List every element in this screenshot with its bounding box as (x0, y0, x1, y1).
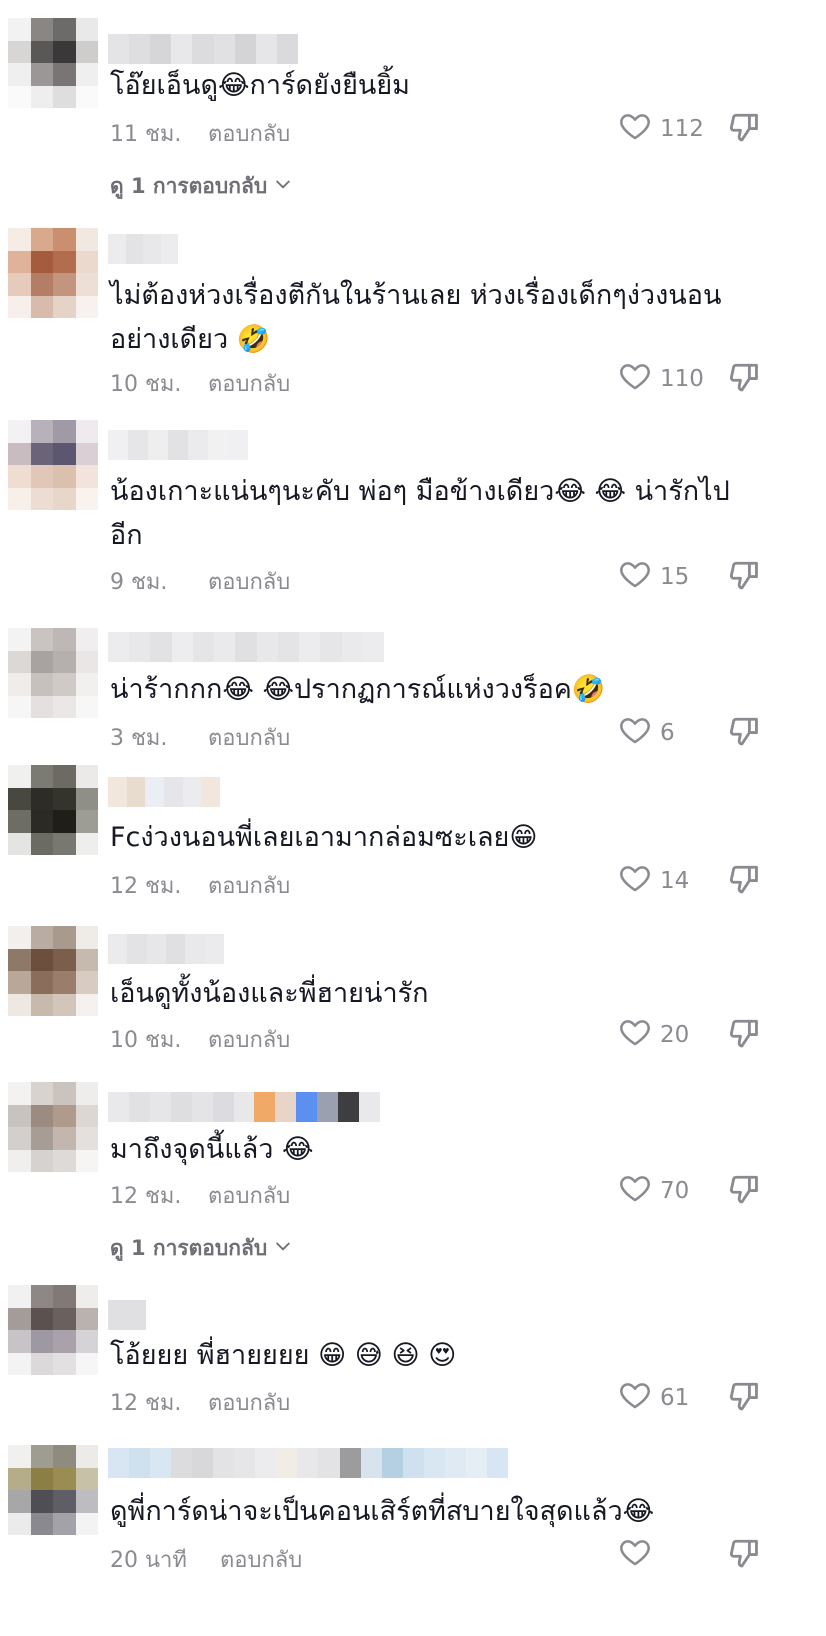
like-button[interactable]: 61 (618, 1378, 728, 1418)
heart-outline-icon (618, 109, 652, 149)
avatar[interactable] (8, 628, 98, 718)
avatar[interactable] (8, 765, 98, 855)
comment-timestamp: 10 ชม. (110, 372, 182, 397)
comment-meta: 12 ชม. ตอบกลับ (110, 1385, 290, 1420)
avatar[interactable] (8, 1445, 98, 1535)
heart-outline-icon (618, 1171, 652, 1211)
like-button[interactable]: 14 (618, 861, 728, 901)
comment-timestamp: 10 ชม. (110, 1028, 182, 1053)
comment-timestamp: 12 ชม. (110, 1391, 182, 1416)
like-button[interactable]: 6 (618, 713, 728, 753)
avatar[interactable] (8, 18, 98, 108)
heart-outline-icon (618, 861, 652, 901)
like-count: 14 (660, 868, 690, 894)
comment-text: น้องเกาะแน่นๆนะคับ พ่อๆ มือข้างเดียว😂 😂 … (110, 476, 730, 551)
chevron-down-icon (273, 1236, 293, 1261)
comment-text: เอ็นดูทั้งน้องและพี่ฮายน่ารัก (110, 978, 429, 1009)
reply-button[interactable]: ตอบกลับ (208, 564, 290, 599)
comment-timestamp: 9 ชม. (110, 570, 168, 595)
username-blurred[interactable] (108, 34, 298, 64)
avatar[interactable] (8, 1082, 98, 1172)
comment-timestamp: 3 ชม. (110, 726, 168, 751)
reply-button[interactable]: ตอบกลับ (208, 1178, 290, 1213)
thumbs-down-icon[interactable] (726, 558, 766, 598)
view-replies-button[interactable]: ดู 1 การตอบกลับ (110, 170, 293, 203)
chevron-down-icon (273, 174, 293, 199)
reply-button[interactable]: ตอบกลับ (208, 1022, 290, 1057)
like-count: 15 (660, 564, 690, 590)
reply-button[interactable]: ตอบกลับ (208, 1385, 290, 1420)
like-button[interactable]: 20 (618, 1015, 728, 1055)
reply-button[interactable]: ตอบกลับ (208, 720, 290, 755)
thumbs-down-icon[interactable] (726, 714, 766, 754)
like-count: 110 (660, 366, 704, 392)
like-count: 112 (660, 116, 704, 142)
comment-text: โอ้ยยย พี่ฮายยยย 😁 😅 😆 😍 (110, 1340, 457, 1371)
heart-outline-icon (618, 1378, 652, 1418)
username-blurred[interactable] (108, 1300, 146, 1330)
reply-button[interactable]: ตอบกลับ (220, 1542, 302, 1577)
heart-outline-icon (618, 1535, 652, 1575)
comment-timestamp: 20 นาที (110, 1548, 187, 1573)
comment-text: โอ๊ยเอ็นดู😂การ์ดยังยืนยิ้ม (110, 70, 410, 101)
comment-meta: 10 ชม. ตอบกลับ (110, 366, 290, 401)
username-blurred[interactable] (108, 234, 178, 264)
heart-outline-icon (618, 1015, 652, 1055)
like-button[interactable]: 110 (618, 359, 728, 399)
view-replies-button[interactable]: ดู 1 การตอบกลับ (110, 1232, 293, 1265)
username-blurred[interactable] (108, 1448, 508, 1478)
like-button[interactable]: 15 (618, 557, 728, 597)
username-blurred[interactable] (108, 934, 224, 964)
like-count: 20 (660, 1022, 690, 1048)
like-count: 61 (660, 1385, 690, 1411)
reply-button[interactable]: ตอบกลับ (208, 116, 290, 151)
view-replies-label: ดู 1 การตอบกลับ (110, 174, 268, 198)
comment-meta: 11 ชม. ตอบกลับ (110, 116, 290, 151)
comment-meta: 3 ชม. ตอบกลับ (110, 720, 290, 755)
reply-button[interactable]: ตอบกลับ (208, 868, 290, 903)
heart-outline-icon (618, 359, 652, 399)
comment-meta: 10 ชม. ตอบกลับ (110, 1022, 290, 1057)
comment-text: ไม่ต้องห่วงเรื่องตีกันในร้านเลย ห่วงเรื่… (110, 280, 722, 355)
like-count: 6 (660, 720, 675, 746)
thumbs-down-icon[interactable] (726, 110, 766, 150)
thumbs-down-icon[interactable] (726, 1536, 766, 1576)
comment-text: Fcง่วงนอนพี่เลยเอามากล่อมซะเลย😁 (110, 822, 538, 853)
comment-text: มาถึงจุดนี้แล้ว 😂 (110, 1134, 314, 1165)
avatar[interactable] (8, 228, 98, 318)
comment-text: น่าร้ากกก😂 😂ปรากฏการณ์แห่งวงร็อค🤣 (110, 674, 606, 705)
thumbs-down-icon[interactable] (726, 360, 766, 400)
comment-text: ดูพี่การ์ดน่าจะเป็นคอนเสิร์ตที่สบายใจสุด… (110, 1496, 655, 1527)
comment-timestamp: 12 ชม. (110, 1184, 182, 1209)
like-button[interactable]: 112 (618, 109, 728, 149)
comment-meta: 20 นาที ตอบกลับ (110, 1542, 302, 1577)
like-button[interactable] (618, 1535, 728, 1575)
avatar[interactable] (8, 1285, 98, 1375)
avatar[interactable] (8, 926, 98, 1016)
username-blurred[interactable] (108, 430, 248, 460)
comment-timestamp: 11 ชม. (110, 122, 182, 147)
heart-outline-icon (618, 557, 652, 597)
username-blurred[interactable] (108, 777, 220, 807)
avatar[interactable] (8, 420, 98, 510)
comment-meta: 9 ชม. ตอบกลับ (110, 564, 290, 599)
username-blurred[interactable] (108, 1092, 380, 1122)
comment-meta: 12 ชม. ตอบกลับ (110, 1178, 290, 1213)
like-count: 70 (660, 1178, 690, 1204)
like-button[interactable]: 70 (618, 1171, 728, 1211)
view-replies-label: ดู 1 การตอบกลับ (110, 1236, 268, 1260)
thumbs-down-icon[interactable] (726, 1016, 766, 1056)
thumbs-down-icon[interactable] (726, 1379, 766, 1419)
comment-timestamp: 12 ชม. (110, 874, 182, 899)
username-blurred[interactable] (108, 632, 384, 662)
heart-outline-icon (618, 713, 652, 753)
thumbs-down-icon[interactable] (726, 862, 766, 902)
reply-button[interactable]: ตอบกลับ (208, 366, 290, 401)
thumbs-down-icon[interactable] (726, 1172, 766, 1212)
comment-meta: 12 ชม. ตอบกลับ (110, 868, 290, 903)
